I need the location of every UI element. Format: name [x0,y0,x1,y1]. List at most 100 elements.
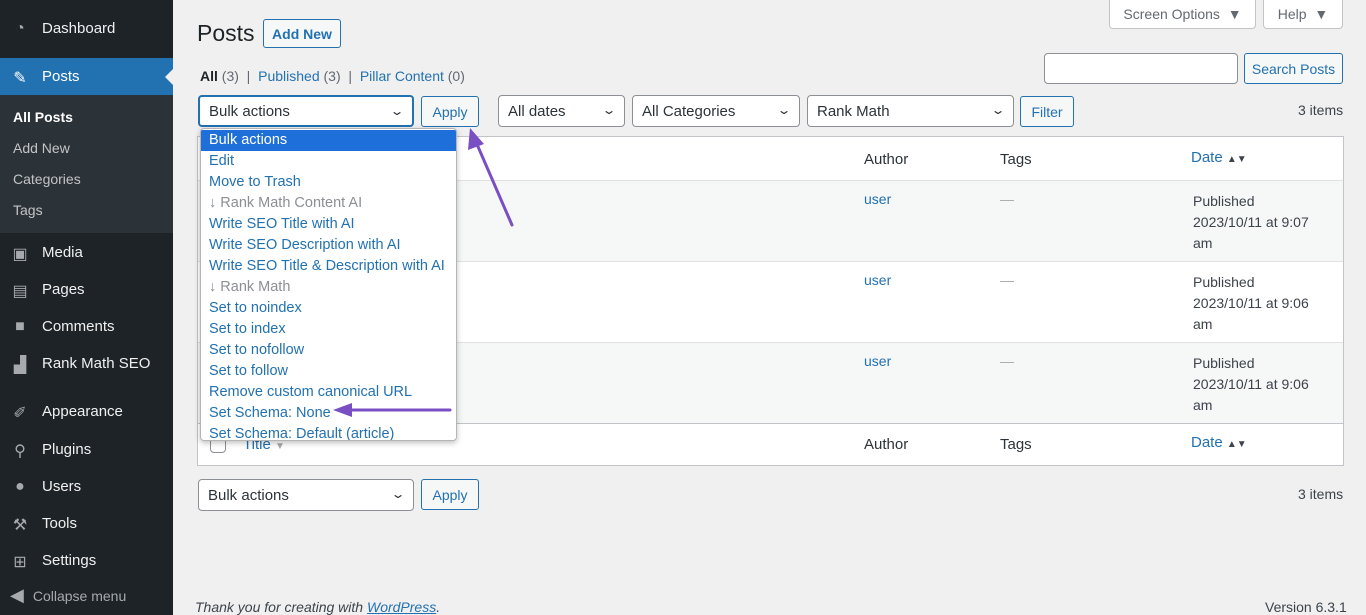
sidebar-item-label: Posts [42,68,80,85]
dropdown-option[interactable]: Set to noindex [201,298,456,319]
pin-icon: ✎ [13,69,27,87]
sidebar-item-posts[interactable]: ✎ Posts [0,58,173,95]
dropdown-option: ↓ Rank Math [209,279,291,295]
search-posts-button[interactable]: Search Posts [1244,53,1343,84]
categories-select[interactable]: All Categories ⌄ [632,95,800,127]
collapse-label: Collapse menu [32,587,127,604]
sidebar-item-rank-math-seo[interactable]: ▟ Rank Math SEO [0,345,173,382]
view-filters: All (3) | Published (3) | Pillar Content… [200,68,465,84]
tags-value: — [1000,353,1014,369]
sidebar-item-label: Comments [42,318,115,335]
settings-icon: ⊞ [13,553,27,571]
wrench-icon: ⚒ [12,516,28,534]
sidebar-item-label: Rank Math SEO [42,355,151,372]
sidebar-item-media[interactable]: ▣ Media [0,234,173,271]
tags-value: — [1000,272,1014,288]
screen-options-button[interactable]: Screen Options ▼ [1109,0,1256,29]
dates-select[interactable]: All dates ⌄ [498,95,625,127]
bulk-actions-select-bottom[interactable]: Bulk actions ⌄ [198,479,414,511]
apply-button[interactable]: Apply [421,96,479,127]
dashboard-icon: ◔ [15,19,25,37]
collapse-icon: ◀ [10,585,24,605]
comments-icon: ■ [15,317,25,335]
pages-icon: ▤ [12,282,28,300]
col-author: Author [864,151,909,168]
filter-button[interactable]: Filter [1020,96,1074,127]
wordpress-link[interactable]: WordPress [367,599,436,615]
chevron-down-icon: ⌄ [390,487,406,501]
sidebar-item-users[interactable]: ● Users [0,468,173,505]
items-count-bottom: 3 items [1298,486,1344,502]
admin-sidebar: ◔ Dashboard ✎ Posts ▣ Media ▤ Pages ■ Comments ▟ Ra… [0,0,173,615]
footer-thanks: Thank you for creating with WordPress. [195,599,441,615]
users-icon: ● [15,477,25,495]
dropdown-option[interactable]: Set to index [201,319,456,340]
items-count: 3 items [1298,102,1344,118]
dropdown-option[interactable]: Set to nofollow [201,340,456,361]
col-author-footer: Author [864,436,909,453]
sidebar-item-settings[interactable]: ⊞ Settings [0,542,173,579]
col-date-sort[interactable]: Date ▲▼ [1191,149,1247,166]
brush-icon: ✐ [13,404,27,422]
submenu-tags[interactable]: Tags [0,195,173,226]
col-tags-footer: Tags [1000,436,1032,453]
chevron-down-icon: ⌄ [990,103,1006,117]
posts-submenu: All Posts Add New Categories Tags [0,95,173,233]
tags-value: — [1000,191,1014,207]
date-value: Published 2023/10/11 at 9:06 am [1193,274,1309,332]
rank-math-select[interactable]: Rank Math ⌄ [807,95,1014,127]
submenu-categories[interactable]: Categories [0,164,173,195]
chevron-down-icon: ⌄ [389,104,405,118]
plugin-icon: ⚲ [14,442,26,460]
sidebar-item-label: Plugins [42,441,92,458]
sidebar-item-comments[interactable]: ■ Comments [0,308,173,345]
dropdown-option[interactable]: Bulk actions [201,130,456,151]
version-text: Version 6.3.1 [1265,599,1347,615]
dropdown-option[interactable]: Set Schema: Default (article) [201,424,456,440]
sidebar-item-label: Users [42,478,82,495]
chevron-down-icon: ⌄ [776,103,792,117]
sort-icon: ▲▼ [1226,154,1247,165]
sidebar-item-pages[interactable]: ▤ Pages [0,271,173,308]
sidebar-item-dashboard[interactable]: ◔ Dashboard [0,10,173,47]
dropdown-option: ↓ Rank Math Content AI [209,195,363,211]
submenu-add-new[interactable]: Add New [0,133,173,164]
add-new-button[interactable]: Add New [263,19,341,48]
bulk-actions-select[interactable]: Bulk actions ⌄ [198,95,414,127]
sidebar-item-label: Pages [42,281,85,298]
help-button[interactable]: Help ▼ [1263,0,1343,29]
author-link[interactable]: user [864,353,891,369]
date-value: Published 2023/10/11 at 9:06 am [1193,355,1309,413]
date-value: Published 2023/10/11 at 9:07 am [1193,193,1309,251]
page-title: Posts [197,20,255,46]
sidebar-item-label: Tools [42,515,78,532]
dropdown-option[interactable]: Write SEO Description with AI [201,235,456,256]
dropdown-option[interactable]: Edit [201,151,456,172]
sidebar-item-label: Settings [42,552,97,569]
view-published[interactable]: Published [258,68,320,84]
sidebar-item-label: Dashboard [42,20,116,37]
sidebar-item-label: Media [42,244,83,261]
dropdown-option[interactable]: Write SEO Title & Description with AI [201,256,456,277]
dropdown-option[interactable]: Set Schema: None [201,403,456,424]
sidebar-item-plugins[interactable]: ⚲ Plugins [0,431,173,468]
rank-math-icon: ▟ [13,356,27,374]
chevron-down-icon: ⌄ [601,103,617,117]
dropdown-option[interactable]: Set to follow [201,361,456,382]
dropdown-option[interactable]: Move to Trash [201,172,456,193]
view-all[interactable]: All [200,68,218,84]
collapse-menu-button[interactable]: ◀ Collapse menu [10,585,126,606]
author-link[interactable]: user [864,272,891,288]
submenu-all-posts[interactable]: All Posts [0,102,173,133]
apply-button-bottom[interactable]: Apply [421,479,479,510]
search-input[interactable] [1044,53,1238,84]
sidebar-item-label: Appearance [42,403,123,420]
author-link[interactable]: user [864,191,891,207]
view-pillar[interactable]: Pillar Content [360,68,444,84]
dropdown-option[interactable]: Remove custom canonical URL [201,382,456,403]
col-date-sort-footer[interactable]: Date ▲▼ [1191,434,1247,451]
sidebar-item-appearance[interactable]: ✐ Appearance [0,393,173,430]
col-tags: Tags [1000,151,1032,168]
sidebar-item-tools[interactable]: ⚒ Tools [0,505,173,542]
dropdown-option[interactable]: Write SEO Title with AI [201,214,456,235]
